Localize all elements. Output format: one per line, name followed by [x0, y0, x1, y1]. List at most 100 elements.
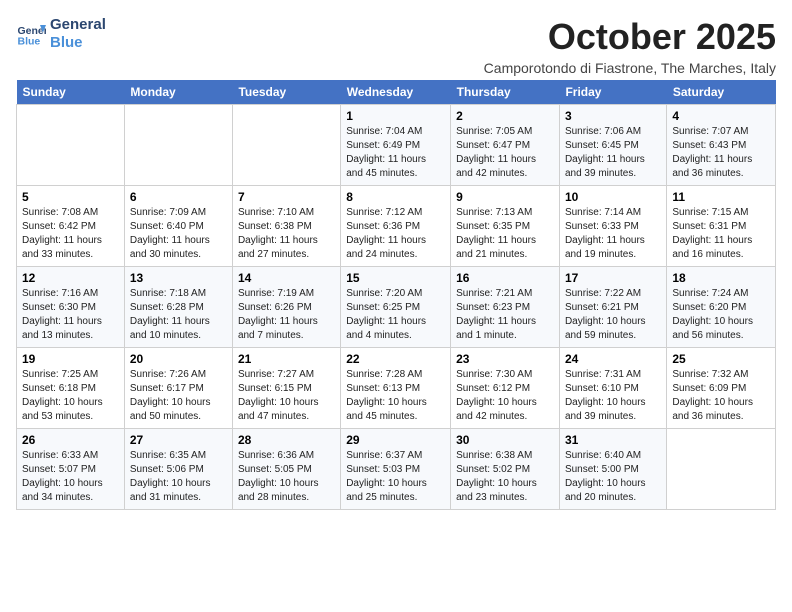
weekday-header-thursday: Thursday	[451, 80, 560, 105]
day-number: 17	[565, 271, 661, 285]
day-cell	[17, 105, 125, 186]
day-cell: 4 Sunrise: 7:07 AM Sunset: 6:43 PM Daylig…	[667, 105, 776, 186]
svg-text:Blue: Blue	[18, 36, 41, 48]
day-info: Sunrise: 7:28 AM Sunset: 6:13 PM Dayligh…	[346, 368, 445, 424]
day-info: Sunrise: 7:20 AM Sunset: 6:25 PM Dayligh…	[346, 287, 445, 343]
day-cell: 8 Sunrise: 7:12 AM Sunset: 6:36 PM Daylig…	[341, 186, 451, 267]
weekday-header-friday: Friday	[559, 80, 666, 105]
day-number: 5	[22, 190, 119, 204]
day-info: Sunrise: 7:07 AM Sunset: 6:43 PM Dayligh…	[672, 125, 770, 181]
day-cell: 28Sunrise: 6:36 AM Sunset: 5:05 PM Dayli…	[232, 429, 340, 510]
day-info: Sunrise: 7:30 AM Sunset: 6:12 PM Dayligh…	[456, 368, 554, 424]
day-info: Sunrise: 7:19 AM Sunset: 6:26 PM Dayligh…	[238, 287, 335, 343]
day-number: 25	[672, 352, 770, 366]
day-number: 15	[346, 271, 445, 285]
day-info: Sunrise: 7:26 AM Sunset: 6:17 PM Dayligh…	[130, 368, 227, 424]
month-title: October 2025	[484, 16, 776, 58]
day-cell: 26 Sunrise: 6:33 AM Sunset: 5:07 PM Dayli…	[17, 429, 125, 510]
day-info: Sunrise: 7:32 AM Sunset: 6:09 PM Dayligh…	[672, 368, 770, 424]
day-info: Sunrise: 6:37 AM Sunset: 5:03 PM Dayligh…	[346, 449, 445, 505]
day-info: Sunrise: 6:35 AM Sunset: 5:06 PM Dayligh…	[130, 449, 227, 505]
day-info: Sunrise: 7:10 AM Sunset: 6:38 PM Dayligh…	[238, 206, 335, 262]
weekday-header-row: SundayMondayTuesdayWednesdayThursdayFrid…	[17, 80, 776, 105]
day-info: Sunrise: 7:27 AM Sunset: 6:15 PM Dayligh…	[238, 368, 335, 424]
day-cell: 10 Sunrise: 7:14 AM Sunset: 6:33 PM Dayli…	[559, 186, 666, 267]
day-cell: 6 Sunrise: 7:09 AM Sunset: 6:40 PM Daylig…	[124, 186, 232, 267]
day-cell: 15 Sunrise: 7:20 AM Sunset: 6:25 PM Dayli…	[341, 267, 451, 348]
day-cell	[232, 105, 340, 186]
day-cell: 27Sunrise: 6:35 AM Sunset: 5:06 PM Dayli…	[124, 429, 232, 510]
day-info: Sunrise: 7:22 AM Sunset: 6:21 PM Dayligh…	[565, 287, 661, 343]
day-info: Sunrise: 7:24 AM Sunset: 6:20 PM Dayligh…	[672, 287, 770, 343]
weekday-header-tuesday: Tuesday	[232, 80, 340, 105]
day-number: 26	[22, 433, 119, 447]
day-number: 2	[456, 109, 554, 123]
day-info: Sunrise: 7:25 AM Sunset: 6:18 PM Dayligh…	[22, 368, 119, 424]
weekday-header-wednesday: Wednesday	[341, 80, 451, 105]
day-cell	[124, 105, 232, 186]
title-block: October 2025 Camporotondo di Fiastrone, …	[484, 16, 776, 76]
day-cell: 20 Sunrise: 7:26 AM Sunset: 6:17 PM Dayli…	[124, 348, 232, 429]
day-info: Sunrise: 7:12 AM Sunset: 6:36 PM Dayligh…	[346, 206, 445, 262]
day-cell: 14 Sunrise: 7:19 AM Sunset: 6:26 PM Dayli…	[232, 267, 340, 348]
day-info: Sunrise: 7:13 AM Sunset: 6:35 PM Dayligh…	[456, 206, 554, 262]
day-info: Sunrise: 7:04 AM Sunset: 6:49 PM Dayligh…	[346, 125, 445, 181]
day-number: 8	[346, 190, 445, 204]
day-number: 3	[565, 109, 661, 123]
day-info: Sunrise: 7:21 AM Sunset: 6:23 PM Dayligh…	[456, 287, 554, 343]
day-cell: 11 Sunrise: 7:15 AM Sunset: 6:31 PM Dayli…	[667, 186, 776, 267]
page-header: General Blue GeneralBlue October 2025 Ca…	[16, 16, 776, 76]
day-cell: 31 Sunrise: 6:40 AM Sunset: 5:00 PM Dayli…	[559, 429, 666, 510]
weekday-header-monday: Monday	[124, 80, 232, 105]
logo-text: GeneralBlue	[50, 16, 106, 52]
logo: General Blue GeneralBlue	[16, 16, 106, 52]
day-info: Sunrise: 6:33 AM Sunset: 5:07 PM Dayligh…	[22, 449, 119, 505]
day-cell: 25 Sunrise: 7:32 AM Sunset: 6:09 PM Dayli…	[667, 348, 776, 429]
day-info: Sunrise: 7:16 AM Sunset: 6:30 PM Dayligh…	[22, 287, 119, 343]
day-cell: 22 Sunrise: 7:28 AM Sunset: 6:13 PM Dayli…	[341, 348, 451, 429]
day-info: Sunrise: 6:40 AM Sunset: 5:00 PM Dayligh…	[565, 449, 661, 505]
day-number: 14	[238, 271, 335, 285]
day-number: 20	[130, 352, 227, 366]
day-cell	[667, 429, 776, 510]
day-cell: 19Sunrise: 7:25 AM Sunset: 6:18 PM Dayli…	[17, 348, 125, 429]
day-number: 1	[346, 109, 445, 123]
day-info: Sunrise: 6:36 AM Sunset: 5:05 PM Dayligh…	[238, 449, 335, 505]
day-cell: 21 Sunrise: 7:27 AM Sunset: 6:15 PM Dayli…	[232, 348, 340, 429]
day-info: Sunrise: 7:08 AM Sunset: 6:42 PM Dayligh…	[22, 206, 119, 262]
weekday-header-sunday: Sunday	[17, 80, 125, 105]
day-number: 18	[672, 271, 770, 285]
day-number: 13	[130, 271, 227, 285]
day-cell: 3 Sunrise: 7:06 AM Sunset: 6:45 PM Daylig…	[559, 105, 666, 186]
day-cell: 30Sunrise: 6:38 AM Sunset: 5:02 PM Dayli…	[451, 429, 560, 510]
day-number: 10	[565, 190, 661, 204]
day-number: 11	[672, 190, 770, 204]
day-number: 21	[238, 352, 335, 366]
day-cell: 29 Sunrise: 6:37 AM Sunset: 5:03 PM Dayli…	[341, 429, 451, 510]
day-number: 29	[346, 433, 445, 447]
day-number: 6	[130, 190, 227, 204]
day-number: 4	[672, 109, 770, 123]
day-cell: 5 Sunrise: 7:08 AM Sunset: 6:42 PM Daylig…	[17, 186, 125, 267]
day-cell: 18 Sunrise: 7:24 AM Sunset: 6:20 PM Dayli…	[667, 267, 776, 348]
day-info: Sunrise: 7:09 AM Sunset: 6:40 PM Dayligh…	[130, 206, 227, 262]
week-row-2: 5 Sunrise: 7:08 AM Sunset: 6:42 PM Daylig…	[17, 186, 776, 267]
day-number: 9	[456, 190, 554, 204]
day-cell: 23Sunrise: 7:30 AM Sunset: 6:12 PM Dayli…	[451, 348, 560, 429]
day-info: Sunrise: 7:05 AM Sunset: 6:47 PM Dayligh…	[456, 125, 554, 181]
day-info: Sunrise: 7:14 AM Sunset: 6:33 PM Dayligh…	[565, 206, 661, 262]
day-cell: 16 Sunrise: 7:21 AM Sunset: 6:23 PM Dayli…	[451, 267, 560, 348]
week-row-5: 26 Sunrise: 6:33 AM Sunset: 5:07 PM Dayli…	[17, 429, 776, 510]
week-row-3: 12Sunrise: 7:16 AM Sunset: 6:30 PM Dayli…	[17, 267, 776, 348]
day-info: Sunrise: 7:31 AM Sunset: 6:10 PM Dayligh…	[565, 368, 661, 424]
day-cell: 17 Sunrise: 7:22 AM Sunset: 6:21 PM Dayli…	[559, 267, 666, 348]
day-info: Sunrise: 7:06 AM Sunset: 6:45 PM Dayligh…	[565, 125, 661, 181]
day-info: Sunrise: 7:15 AM Sunset: 6:31 PM Dayligh…	[672, 206, 770, 262]
day-number: 24	[565, 352, 661, 366]
day-cell: 2 Sunrise: 7:05 AM Sunset: 6:47 PM Daylig…	[451, 105, 560, 186]
day-cell: 7Sunrise: 7:10 AM Sunset: 6:38 PM Daylig…	[232, 186, 340, 267]
day-number: 22	[346, 352, 445, 366]
day-number: 16	[456, 271, 554, 285]
day-number: 31	[565, 433, 661, 447]
day-cell: 24 Sunrise: 7:31 AM Sunset: 6:10 PM Dayli…	[559, 348, 666, 429]
